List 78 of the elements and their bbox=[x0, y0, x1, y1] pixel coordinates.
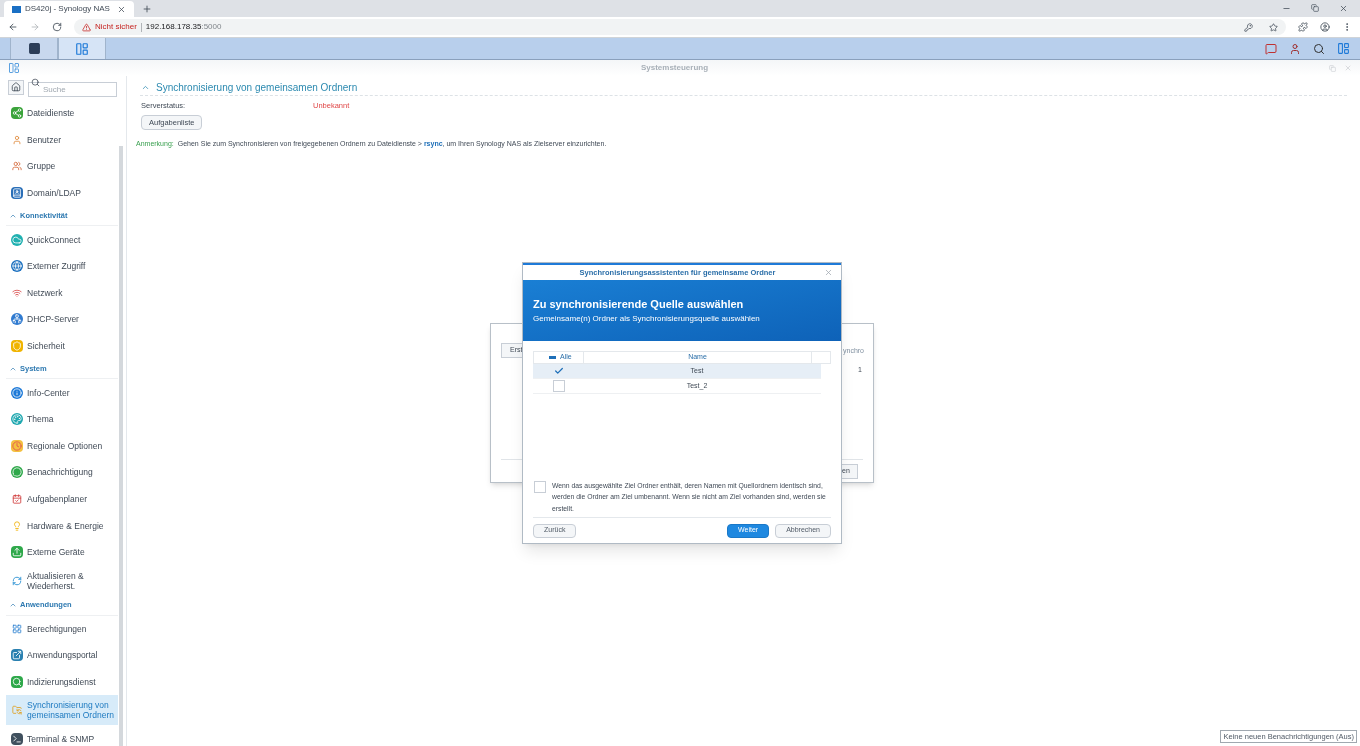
sidebar-item[interactable]: Indizierungsdienst bbox=[6, 668, 118, 696]
new-tab-icon[interactable] bbox=[142, 4, 152, 14]
sidebar-item[interactable]: Dateidienste bbox=[6, 100, 118, 127]
reload-icon[interactable] bbox=[52, 22, 62, 32]
check-icon bbox=[554, 365, 564, 377]
sidebar-item[interactable]: DHCP-Server bbox=[6, 306, 118, 333]
app-icon bbox=[8, 62, 20, 74]
url-text: 192.168.178.35:5000 bbox=[145, 21, 222, 33]
extension-icon[interactable] bbox=[1298, 22, 1308, 32]
sidebar-item-icon bbox=[11, 260, 23, 273]
bookmark-star-icon[interactable] bbox=[1269, 22, 1278, 32]
sidebar-item[interactable]: Terminal & SNMP bbox=[6, 725, 118, 746]
dialog-subheading: Gemeinsame(n) Ordner als Synchronisierungsquelle auswählen bbox=[533, 312, 761, 325]
dialog-heading: Zu synchronisierende Quelle auswählen bbox=[533, 297, 745, 313]
close-icon[interactable] bbox=[117, 4, 126, 14]
user-icon[interactable] bbox=[1289, 42, 1301, 55]
tab-title: DS420j - Synology NAS bbox=[25, 3, 111, 15]
collapse-icon bbox=[9, 601, 17, 609]
sidebar-item-icon bbox=[11, 107, 23, 120]
sidebar-item[interactable]: Externer Zugriff bbox=[6, 252, 118, 280]
sidebar-item[interactable]: Aktualisieren & Wiederherst. bbox=[6, 565, 118, 596]
checkbox[interactable] bbox=[553, 380, 565, 392]
sidebar-item[interactable]: Regionale Optionen bbox=[6, 432, 118, 460]
sidebar-item[interactable]: Aufgabenplaner bbox=[6, 485, 118, 513]
sidebar-item[interactable]: Gruppe bbox=[6, 153, 118, 180]
sidebar-item-icon bbox=[11, 519, 23, 532]
sidebar-item-icon bbox=[11, 466, 23, 479]
sidebar-item-icon bbox=[11, 649, 23, 662]
sidebar-item[interactable]: Hardware & Energie bbox=[6, 512, 118, 539]
home-button[interactable] bbox=[8, 79, 24, 95]
taskbar-app-button[interactable] bbox=[10, 38, 58, 59]
sidebar-item-icon bbox=[11, 413, 23, 426]
sidebar-item-icon bbox=[11, 187, 23, 200]
search-icon bbox=[31, 78, 40, 87]
window-title: Systemsteuerung bbox=[639, 62, 710, 74]
sidebar-item[interactable]: Domain/LDAP bbox=[6, 179, 118, 207]
control-panel-icon bbox=[75, 41, 89, 56]
sidebar-item[interactable]: Benutzer bbox=[6, 126, 118, 154]
sidebar-item-icon bbox=[11, 676, 23, 688]
sidebar-item-icon bbox=[11, 439, 23, 452]
sidebar-item[interactable]: Benachrichtigung bbox=[6, 459, 118, 486]
sidebar-item-icon bbox=[11, 704, 23, 717]
checkbox[interactable] bbox=[534, 480, 546, 493]
close-icon[interactable] bbox=[1339, 4, 1348, 13]
sidebar-item-icon bbox=[11, 546, 23, 559]
sidebar-item[interactable]: Externe Geräte bbox=[6, 538, 118, 566]
chat-icon[interactable] bbox=[1265, 42, 1277, 55]
sidebar-item[interactable]: Info-Center bbox=[6, 379, 118, 406]
sidebar-item-icon bbox=[11, 233, 23, 246]
search-icon[interactable] bbox=[1313, 42, 1325, 55]
sidebar-item[interactable]: Sicherheit bbox=[6, 332, 118, 360]
sidebar-item[interactable]: Anwendungsportal bbox=[6, 642, 118, 669]
restore-icon[interactable] bbox=[1311, 4, 1319, 12]
widgets-icon[interactable] bbox=[1337, 42, 1350, 55]
back-icon[interactable] bbox=[8, 22, 18, 32]
checkbox[interactable] bbox=[553, 365, 565, 377]
sidebar-item-icon bbox=[11, 340, 23, 353]
sidebar-item-icon bbox=[11, 622, 23, 635]
sidebar-item-icon bbox=[11, 313, 23, 326]
sidebar-item-icon bbox=[11, 493, 23, 505]
sidebar-item[interactable]: Thema bbox=[6, 405, 118, 433]
sidebar-item-icon bbox=[11, 386, 23, 399]
section-title: Synchronisierung von gemeinsamen Ordnern bbox=[156, 80, 358, 95]
security-warning: Nicht sicher bbox=[95, 21, 137, 33]
sidebar-item-icon bbox=[11, 133, 23, 146]
sidebar-item-icon bbox=[11, 574, 23, 587]
sidebar-item[interactable]: Berechtigungen bbox=[6, 615, 118, 643]
search-field[interactable]: Suche bbox=[28, 82, 117, 97]
favicon-icon bbox=[12, 5, 21, 13]
profile-icon[interactable] bbox=[1320, 22, 1330, 32]
browser-tab[interactable]: DS420j - Synology NAS bbox=[4, 1, 134, 17]
address-field[interactable]: Nicht sicher 192.168.178.35:5000 bbox=[74, 19, 1286, 35]
sidebar-item-icon bbox=[11, 160, 23, 173]
sidebar-item[interactable]: QuickConnect bbox=[6, 226, 118, 253]
sidebar-item[interactable]: Netzwerk bbox=[6, 279, 118, 307]
sidebar-item[interactable]: Synchronisierung von gemeinsamen Ordnern bbox=[6, 695, 118, 726]
key-icon[interactable] bbox=[1244, 22, 1253, 32]
warning-icon bbox=[82, 22, 91, 32]
